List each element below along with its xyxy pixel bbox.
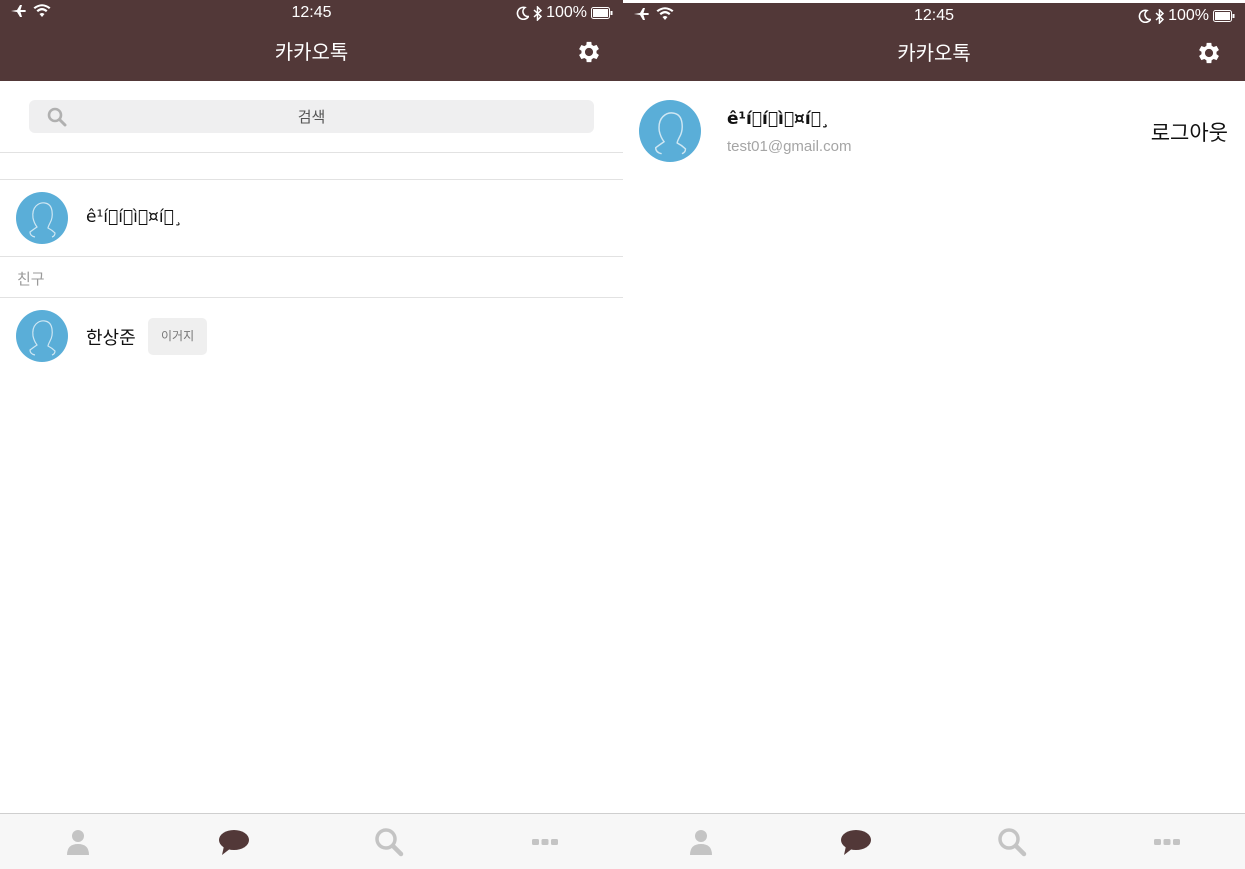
- default-avatar-icon: [29, 320, 56, 356]
- search-section: [0, 81, 623, 153]
- battery-icon: [1213, 10, 1235, 22]
- page-title: 카카오톡: [897, 41, 971, 65]
- status-bar: 12:45 100%: [623, 3, 1245, 29]
- friends-screen: 12:45 100% 카카오톡: [0, 0, 623, 869]
- status-bar: 12:45 100%: [0, 0, 623, 26]
- person-icon: [66, 829, 89, 855]
- avatar: [639, 100, 701, 162]
- top-bar: 12:45 100% 카카오톡: [623, 3, 1245, 81]
- avatar: [16, 310, 68, 362]
- more-screen: 12:45 100% 카카오톡: [623, 0, 1245, 869]
- default-avatar-icon: [29, 202, 56, 238]
- settings-gear-icon[interactable]: [575, 38, 603, 66]
- avatar: [16, 192, 68, 244]
- search-icon: [375, 827, 404, 856]
- profile-name: ê¹í í ì ¤í ¸: [727, 109, 830, 129]
- person-icon: [689, 829, 712, 855]
- default-avatar-icon: [654, 112, 687, 155]
- logout-button[interactable]: 로그아웃: [1151, 117, 1228, 147]
- tab-chats[interactable]: [156, 814, 312, 869]
- friend-row[interactable]: 한상준 이거지: [0, 298, 623, 375]
- section-label: 친구: [17, 270, 45, 288]
- bluetooth-icon: [1155, 8, 1165, 24]
- tab-more[interactable]: [1090, 814, 1245, 869]
- friend-name: 한상준: [86, 328, 136, 349]
- tab-friends[interactable]: [0, 814, 156, 869]
- moon-icon: [516, 6, 530, 20]
- profile-section: ê¹í í ì ¤í ¸ test01@gmail.com 로그아웃: [623, 81, 1245, 167]
- more-icon: [532, 838, 559, 845]
- moon-icon: [1138, 9, 1152, 23]
- page-title: 카카오톡: [274, 40, 349, 64]
- tab-chats[interactable]: [779, 814, 935, 869]
- tab-more[interactable]: [467, 814, 623, 869]
- tab-bar: [623, 813, 1245, 869]
- settings-gear-icon[interactable]: [1195, 39, 1223, 67]
- profile-email: test01@gmail.com: [727, 138, 852, 155]
- bluetooth-icon: [533, 5, 543, 21]
- tab-search[interactable]: [934, 814, 1090, 869]
- nav-bar: 카카오톡: [0, 26, 623, 81]
- friends-section-header: 친구: [0, 257, 623, 298]
- search-box[interactable]: [29, 100, 594, 133]
- my-profile-row[interactable]: ê¹í í ì ¤í ¸: [0, 180, 623, 257]
- battery-icon: [591, 7, 613, 19]
- more-icon: [1154, 838, 1181, 845]
- battery-percent: 100%: [546, 4, 587, 21]
- status-message-badge: 이거지: [148, 318, 208, 355]
- tab-friends[interactable]: [623, 814, 779, 869]
- battery-percent: 100%: [1168, 7, 1209, 24]
- my-name: ê¹í í ì ¤í ¸: [86, 207, 183, 227]
- chat-bubble-icon: [841, 829, 872, 855]
- search-icon: [998, 827, 1026, 856]
- search-input[interactable]: [29, 100, 594, 133]
- tab-bar: [0, 813, 623, 869]
- tab-search[interactable]: [312, 814, 468, 869]
- spacer: [0, 153, 623, 180]
- chat-bubble-icon: [218, 829, 249, 855]
- top-bar: 12:45 100% 카카오톡: [0, 0, 623, 81]
- nav-bar: 카카오톡: [623, 29, 1245, 81]
